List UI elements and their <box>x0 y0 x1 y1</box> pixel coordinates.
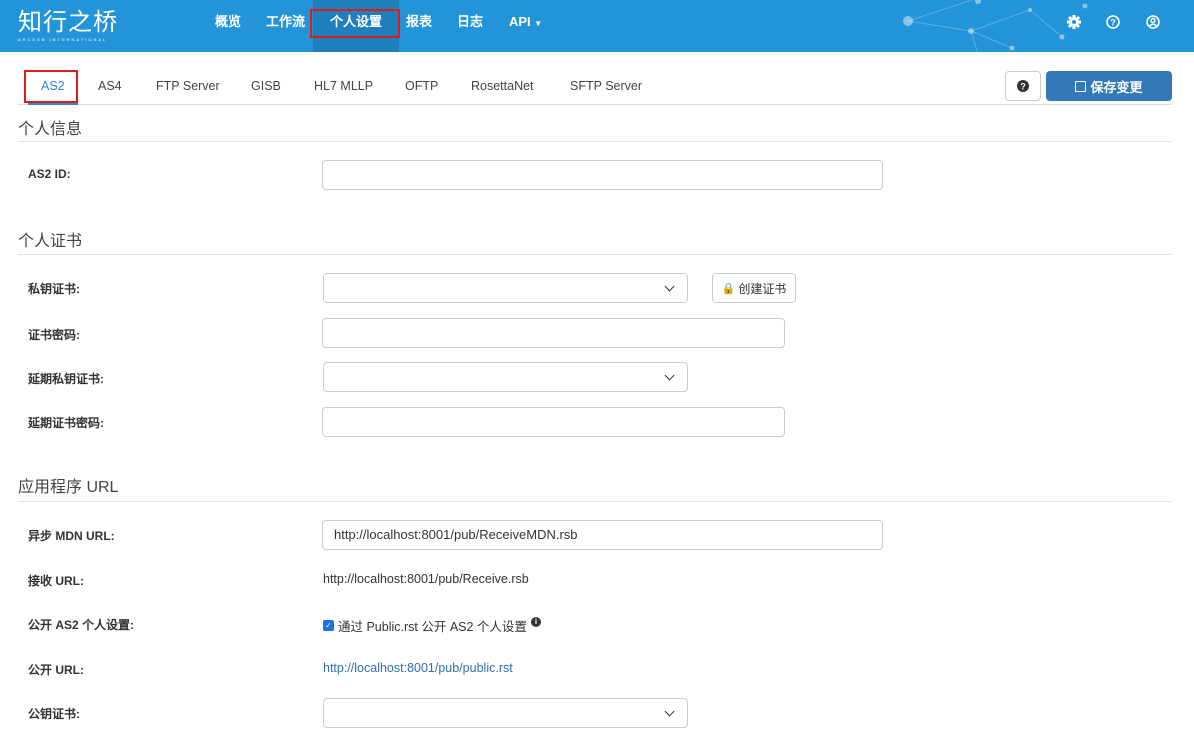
network-decoration <box>903 0 1088 52</box>
tab-as4[interactable]: AS4 <box>98 79 122 93</box>
section-title-personal-info: 个人信息 <box>18 121 83 138</box>
cert-password-input[interactable] <box>322 318 785 348</box>
section-title-app-url: 应用程序 URL <box>18 479 119 496</box>
nav-overview[interactable]: 概览 <box>215 0 241 52</box>
tab-gisb[interactable]: GISB <box>251 79 281 93</box>
save-button[interactable]: 保存变更 <box>1046 71 1172 101</box>
svg-text:?: ? <box>1020 82 1026 92</box>
nav-reports[interactable]: 报表 <box>406 0 432 52</box>
highlight-box <box>310 9 400 38</box>
receive-url-label: 接收 URL: <box>28 574 84 588</box>
tab-sftp-server[interactable]: SFTP Server <box>570 79 642 93</box>
highlight-box <box>24 70 78 103</box>
private-cert-label: 私钥证书: <box>28 282 80 296</box>
deferred-password-label: 延期证书密码: <box>28 416 104 430</box>
public-cert-label: 公钥证书: <box>28 707 80 721</box>
tab-rosettanet[interactable]: RosettaNet <box>471 79 534 93</box>
tab-hl7-mllp[interactable]: HL7 MLLP <box>314 79 373 93</box>
public-url-label: 公开 URL: <box>28 663 84 677</box>
nav-logs[interactable]: 日志 <box>457 0 483 52</box>
caret-down-icon: ▼ <box>534 19 543 28</box>
logo[interactable]: 知行之桥 ARCESB INTERNATIONAL <box>18 10 118 43</box>
tab-ftp-server[interactable]: FTP Server <box>156 79 220 93</box>
async-mdn-label: 异步 MDN URL: <box>28 529 115 543</box>
nav-api[interactable]: API ▼ <box>509 0 542 52</box>
public-profile-label: 公开 AS2 个人设置: <box>28 618 135 632</box>
public-profile-checkbox-row: ✓ 通过 Public.rst 公开 AS2 个人设置 i <box>323 616 541 635</box>
create-cert-button[interactable]: 🔒 创建证书 <box>712 273 796 303</box>
divider <box>18 501 1172 502</box>
async-mdn-input[interactable]: http://localhost:8001/pub/ReceiveMDN.rsb <box>322 520 883 550</box>
svg-text:?: ? <box>1110 18 1116 28</box>
help-button[interactable]: ? <box>1005 71 1041 101</box>
info-icon[interactable]: i <box>530 616 541 627</box>
section-title-certificate: 个人证书 <box>18 233 83 250</box>
user-icon[interactable] <box>1145 14 1161 30</box>
private-cert-select[interactable] <box>323 273 688 303</box>
deferred-password-input[interactable] <box>322 407 785 437</box>
as2-id-input[interactable] <box>322 160 883 190</box>
public-profile-checkbox[interactable]: ✓ <box>323 620 334 631</box>
cert-password-label: 证书密码: <box>28 328 80 342</box>
divider <box>18 141 1172 142</box>
tab-oftp[interactable]: OFTP <box>405 79 438 93</box>
public-cert-select[interactable] <box>323 698 688 728</box>
nav-workflow[interactable]: 工作流 <box>266 0 305 52</box>
tab-divider <box>18 104 1172 105</box>
help-icon[interactable]: ? <box>1105 14 1121 30</box>
receive-url-value: http://localhost:8001/pub/Receive.rsb <box>323 572 529 586</box>
gear-icon[interactable] <box>1066 14 1082 30</box>
as2-id-label: AS2 ID: <box>28 167 71 181</box>
deferred-cert-select[interactable] <box>323 362 688 392</box>
deferred-cert-label: 延期私钥证书: <box>28 372 104 386</box>
public-url-link[interactable]: http://localhost:8001/pub/public.rst <box>323 661 513 675</box>
top-navbar: 知行之桥 ARCESB INTERNATIONAL 概览 工作流 个人设置 报表 … <box>0 0 1194 52</box>
lock-icon: 🔒 <box>721 282 736 295</box>
question-icon: ? <box>1017 80 1029 92</box>
floppy-disk-icon <box>1075 80 1087 92</box>
divider <box>18 254 1172 255</box>
